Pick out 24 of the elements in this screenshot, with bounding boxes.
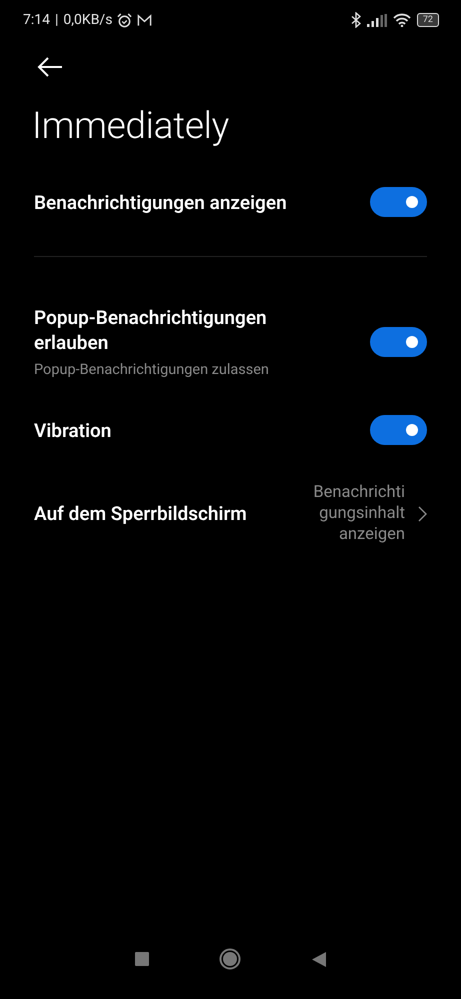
home-button[interactable] (219, 948, 242, 970)
setting-label: Auf dem Sperrbildschirm (34, 501, 248, 526)
wifi-icon (392, 13, 411, 27)
setting-label: Vibration (34, 418, 112, 442)
setting-label: Benachrichtigungen anzeigen (34, 190, 288, 214)
recents-button[interactable] (135, 952, 150, 966)
setting-label: Popup-Benachrichtigungen erlauben (34, 305, 268, 355)
alarm-clock-icon (117, 12, 132, 28)
toggle-switch[interactable] (370, 415, 427, 445)
battery-level: 72 (416, 13, 439, 27)
clock-time: 7:14 (23, 12, 50, 28)
network-speed: 0,0KB/s (63, 12, 112, 28)
setting-subtitle: Popup-Benachrichtigungen zulassen (34, 361, 270, 378)
setting-value: Benachrichtigungsinhalt anzeigen (312, 482, 405, 545)
back-button[interactable] (36, 55, 64, 79)
toggle-switch[interactable] (370, 187, 427, 217)
toggle-switch[interactable] (370, 326, 427, 356)
mail-icon (137, 14, 152, 26)
status-separator: | (55, 12, 58, 28)
chevron-icon (417, 506, 427, 522)
back-nav-button[interactable] (312, 952, 326, 966)
bluetooth-icon (350, 12, 361, 28)
page-title: Immediately (32, 105, 230, 148)
signal-icon (366, 14, 387, 26)
